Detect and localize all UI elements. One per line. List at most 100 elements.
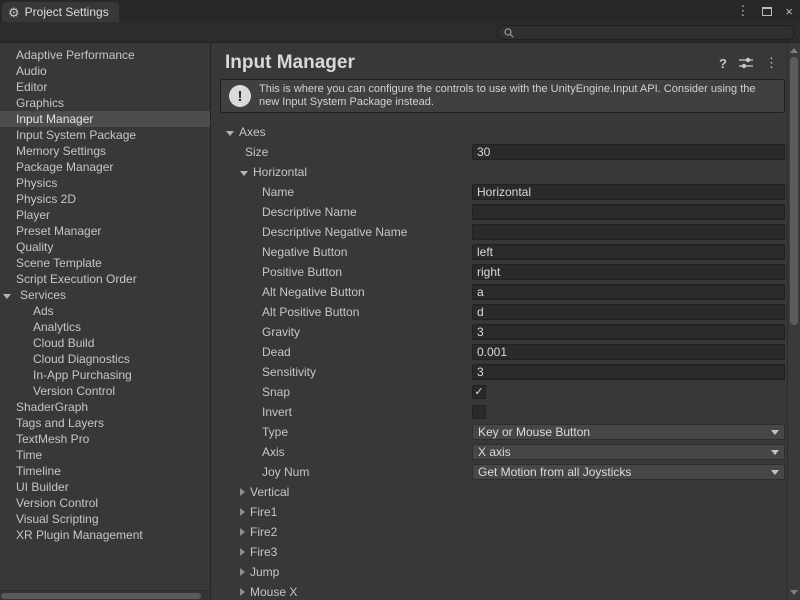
sidebar-item-textmesh-pro[interactable]: TextMesh Pro: [0, 431, 210, 447]
foldout-fire1[interactable]: Fire1: [225, 505, 472, 519]
sidebar-item-cloud-build[interactable]: Cloud Build: [0, 335, 210, 351]
gravity-field[interactable]: [472, 324, 785, 340]
sidebar-hscrollbar[interactable]: [0, 590, 209, 600]
sidebar-item-physics-2d[interactable]: Physics 2D: [0, 191, 210, 207]
dropdown-arrow-icon: [771, 430, 779, 435]
project-settings-tab[interactable]: ⚙ Project Settings: [2, 2, 119, 22]
property-label: Snap: [225, 385, 472, 399]
sidebar-item-visual-scripting[interactable]: Visual Scripting: [0, 511, 210, 527]
sidebar-item-ui-builder[interactable]: UI Builder: [0, 479, 210, 495]
foldout-open-icon: [3, 294, 11, 299]
sidebar-item-quality[interactable]: Quality: [0, 239, 210, 255]
descriptive-name-field[interactable]: [472, 204, 785, 220]
foldout-jump[interactable]: Jump: [225, 565, 472, 579]
sidebar-item-adaptive-performance[interactable]: Adaptive Performance: [0, 47, 210, 63]
property-value: [472, 224, 787, 240]
name-field[interactable]: [472, 184, 785, 200]
search-input[interactable]: [519, 27, 788, 39]
dead-field[interactable]: [472, 344, 785, 360]
foldout-label: Fire1: [250, 505, 277, 519]
foldout-vertical[interactable]: Vertical: [225, 485, 472, 499]
sidebar-item-version-control-service[interactable]: Version Control: [0, 383, 210, 399]
search-icon: [504, 28, 514, 38]
scrollbar-thumb[interactable]: [790, 57, 798, 325]
sidebar-hscrollbar-thumb[interactable]: [1, 593, 201, 599]
foldout-fire2[interactable]: Fire2: [225, 525, 472, 539]
settings-category-sidebar: Adaptive Performance Audio Editor Graphi…: [0, 43, 211, 600]
joy-num-dropdown[interactable]: Get Motion from all Joysticks: [472, 464, 785, 480]
property-label: Alt Positive Button: [225, 305, 472, 319]
property-value: [472, 324, 787, 340]
sidebar-item-memory-settings[interactable]: Memory Settings: [0, 143, 210, 159]
alt-negative-button-field[interactable]: [472, 284, 785, 300]
property-value: [472, 304, 787, 320]
sidebar-item-editor[interactable]: Editor: [0, 79, 210, 95]
search-box[interactable]: [497, 25, 795, 40]
foldout-mouse-x[interactable]: Mouse X: [225, 585, 472, 599]
sidebar-item-analytics[interactable]: Analytics: [0, 319, 210, 335]
type-dropdown[interactable]: Key or Mouse Button: [472, 424, 785, 440]
page-title: Input Manager: [225, 52, 719, 74]
scrollbar-up-button[interactable]: [788, 44, 800, 57]
property-label: Sensitivity: [225, 365, 472, 379]
alt-positive-button-field[interactable]: [472, 304, 785, 320]
presets-icon[interactable]: [739, 57, 753, 69]
gear-icon: ⚙: [8, 6, 20, 19]
sidebar-item-player[interactable]: Player: [0, 207, 210, 223]
sidebar-item-scene-template[interactable]: Scene Template: [0, 255, 210, 271]
maximize-button[interactable]: [762, 7, 772, 16]
foldout-horizontal[interactable]: Horizontal: [225, 165, 472, 179]
sidebar-item-physics[interactable]: Physics: [0, 175, 210, 191]
foldout-fire3[interactable]: Fire3: [225, 545, 472, 559]
window-body: Adaptive Performance Audio Editor Graphi…: [0, 43, 800, 600]
project-settings-window: ⚙ Project Settings ⋮ × Adaptive Performa…: [0, 0, 800, 600]
property-label: Invert: [225, 405, 472, 419]
sidebar-item-script-execution-order[interactable]: Script Execution Order: [0, 271, 210, 287]
sidebar-item-cloud-diagnostics[interactable]: Cloud Diagnostics: [0, 351, 210, 367]
invert-checkbox[interactable]: [472, 405, 486, 419]
axes-tree: Axes Size Horizontal Name: [225, 122, 787, 600]
property-value: [472, 284, 787, 300]
sidebar-item-audio[interactable]: Audio: [0, 63, 210, 79]
positive-button-field[interactable]: [472, 264, 785, 280]
sidebar-item-time[interactable]: Time: [0, 447, 210, 463]
foldout-label: Horizontal: [253, 165, 307, 179]
sidebar-item-timeline[interactable]: Timeline: [0, 463, 210, 479]
more-icon[interactable]: ⋮: [765, 55, 778, 71]
window-menu-icon[interactable]: ⋮: [736, 3, 749, 19]
negative-button-field[interactable]: [472, 244, 785, 260]
sidebar-item-input-system-package[interactable]: Input System Package: [0, 127, 210, 143]
descriptive-negative-name-field[interactable]: [472, 224, 785, 240]
tree-row-mouse-x: Mouse X: [225, 582, 787, 600]
sidebar-item-services[interactable]: Services: [0, 287, 210, 303]
sidebar-item-graphics[interactable]: Graphics: [0, 95, 210, 111]
property-value: [472, 204, 787, 220]
sidebar-item-shadergraph[interactable]: ShaderGraph: [0, 399, 210, 415]
sidebar-item-ads[interactable]: Ads: [0, 303, 210, 319]
sidebar-item-input-manager[interactable]: Input Manager: [0, 111, 210, 127]
scrollbar-down-button[interactable]: [788, 586, 800, 599]
property-label: Axis: [225, 445, 472, 459]
main-scrollbar[interactable]: [787, 43, 800, 600]
sidebar-item-xr-plugin-management[interactable]: XR Plugin Management: [0, 527, 210, 543]
size-field[interactable]: [472, 144, 785, 160]
property-row-dead: Dead: [225, 342, 787, 362]
sidebar-item-version-control[interactable]: Version Control: [0, 495, 210, 511]
dropdown-arrow-icon: [771, 450, 779, 455]
sensitivity-field[interactable]: [472, 364, 785, 380]
sidebar-item-package-manager[interactable]: Package Manager: [0, 159, 210, 175]
axis-dropdown[interactable]: X axis: [472, 444, 785, 460]
property-row-sensitivity: Sensitivity: [225, 362, 787, 382]
help-icon[interactable]: ?: [719, 56, 727, 71]
sidebar-item-label: Services: [20, 287, 66, 303]
snap-checkbox[interactable]: ✓: [472, 385, 486, 399]
sidebar-item-in-app-purchasing[interactable]: In-App Purchasing: [0, 367, 210, 383]
arrow-down-icon: [790, 590, 798, 595]
foldout-axes[interactable]: Axes: [225, 125, 472, 139]
close-button[interactable]: ×: [785, 4, 793, 19]
window-controls: ⋮ ×: [736, 0, 793, 22]
tree-row-axes: Axes: [225, 122, 787, 142]
sidebar-item-tags-and-layers[interactable]: Tags and Layers: [0, 415, 210, 431]
foldout-label: Vertical: [250, 485, 289, 499]
sidebar-item-preset-manager[interactable]: Preset Manager: [0, 223, 210, 239]
